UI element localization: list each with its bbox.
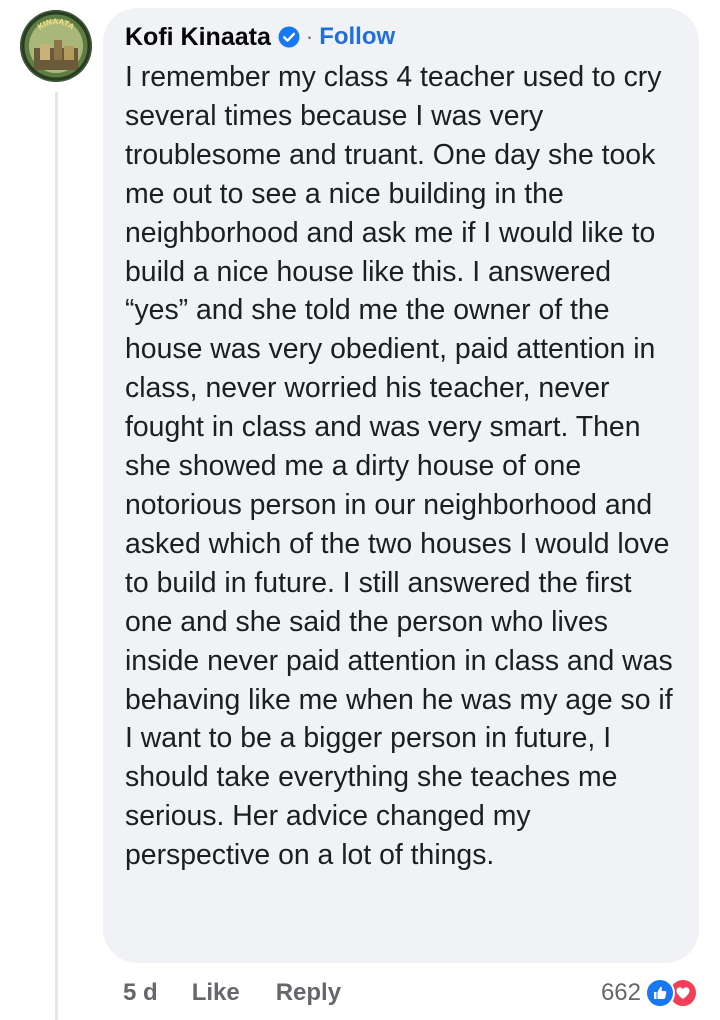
comment-header: Kofi Kinaata · Follow (125, 22, 679, 52)
like-reaction-icon (645, 978, 675, 1008)
reaction-count: 662 (600, 979, 641, 1006)
comment-thread: KINAATA Kofi Kinaata · Follow I remember… (0, 0, 720, 1020)
avatar[interactable]: KINAATA (20, 10, 92, 82)
avatar-image: KINAATA (20, 10, 92, 82)
separator-dot: · (305, 24, 314, 49)
verified-badge-icon (278, 26, 300, 48)
comment-bubble: Kofi Kinaata · Follow I remember my clas… (103, 8, 699, 963)
comment-timestamp[interactable]: 5 d (123, 979, 158, 1007)
follow-button[interactable]: Follow (319, 23, 395, 51)
thread-line (55, 92, 58, 1020)
like-button[interactable]: Like (192, 979, 240, 1007)
author-name[interactable]: Kofi Kinaata (125, 23, 271, 52)
reply-button[interactable]: Reply (276, 979, 341, 1007)
comment-actions: 5 d Like Reply (123, 976, 341, 1010)
reactions-summary[interactable]: 662 (601, 976, 698, 1010)
comment-text: I remember my class 4 teacher used to cr… (125, 61, 673, 872)
